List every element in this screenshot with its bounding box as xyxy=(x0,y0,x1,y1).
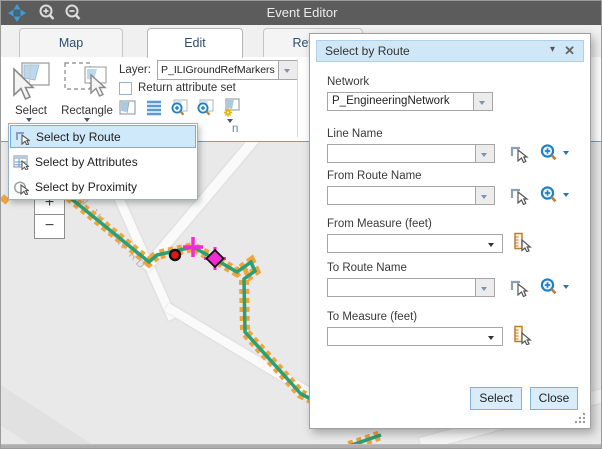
zoom-to-selection-icon[interactable] xyxy=(169,98,189,118)
panel-resize-grip[interactable] xyxy=(574,412,586,424)
from-route-zoom-icon[interactable] xyxy=(539,185,561,205)
from-measure-value xyxy=(328,235,502,252)
line-pick-on-map-icon[interactable] xyxy=(507,143,529,163)
from-route-label: From Route Name xyxy=(327,170,422,182)
app-title: Event Editor xyxy=(1,5,602,20)
tab-map[interactable]: Map xyxy=(19,28,123,57)
menu-item-select-by-proximity[interactable]: Select by Proximity xyxy=(9,174,197,199)
panel-title: Select by Route xyxy=(325,44,410,58)
to-measure-label: To Measure (feet) xyxy=(327,311,417,323)
menu-item-label: Select by Attributes xyxy=(35,155,138,169)
layer-dropdown-button[interactable] xyxy=(278,61,297,79)
to-route-label: To Route Name xyxy=(327,262,407,274)
select-button[interactable]: Select xyxy=(470,387,522,410)
line-name-value xyxy=(328,145,475,162)
selection-options-icon[interactable] xyxy=(221,98,241,118)
table-cursor-icon xyxy=(13,154,29,170)
layer-dropdown-value: P_ILIGroundRefMarkers xyxy=(158,61,278,79)
to-route-pick-on-map-icon[interactable] xyxy=(507,277,529,297)
rectangle-tool-caret-icon[interactable] xyxy=(84,118,90,122)
from-route-pick-on-map-icon[interactable] xyxy=(507,185,529,205)
line-zoom-icon[interactable] xyxy=(539,143,561,163)
tab-edit[interactable]: Edit xyxy=(147,28,243,58)
menu-item-select-by-route[interactable]: Select by Route xyxy=(10,125,196,148)
from-route-dropdown-button[interactable] xyxy=(475,187,494,204)
from-measure-combo[interactable] xyxy=(327,234,503,253)
window-bottom-edge xyxy=(1,444,602,449)
select-dropdown-menu: Select by Route Select by Attributes Sel… xyxy=(8,123,198,200)
from-route-zoom-caret-icon[interactable] xyxy=(563,193,569,197)
select-by-route-panel: Select by Route ▾ ✕ Network P_Engineerin… xyxy=(309,33,591,429)
group-label-partial: n xyxy=(232,123,238,135)
line-name-label: Line Name xyxy=(327,128,383,140)
network-label: Network xyxy=(327,76,369,88)
from-measure-caret-icon[interactable] xyxy=(488,243,494,247)
rectangle-tool-label: Rectangle xyxy=(57,105,117,117)
to-route-value xyxy=(328,279,475,296)
line-name-dropdown-button[interactable] xyxy=(475,145,494,162)
event-marker-plus xyxy=(183,237,203,257)
network-dropdown[interactable]: P_EngineeringNetwork xyxy=(327,92,493,111)
menu-item-select-by-attributes[interactable]: Select by Attributes xyxy=(9,149,197,174)
select-features-icon[interactable] xyxy=(118,98,138,118)
from-measure-label: From Measure (feet) xyxy=(327,218,432,230)
from-route-value xyxy=(328,187,475,204)
from-measure-pick-icon[interactable] xyxy=(511,232,533,252)
line-name-dropdown[interactable] xyxy=(327,144,495,163)
layer-label: Layer: xyxy=(119,64,151,76)
select-tool-icon[interactable] xyxy=(9,60,51,104)
to-route-dropdown[interactable] xyxy=(327,278,495,297)
event-editor-window: Event Editor Map Edit Review Select Rect… xyxy=(0,0,602,449)
ribbon-separator xyxy=(297,59,298,137)
pan-to-selection-icon[interactable] xyxy=(195,98,215,118)
menu-item-label: Select by Route xyxy=(36,130,121,144)
panel-close-icon[interactable]: ✕ xyxy=(564,43,575,59)
to-measure-combo[interactable] xyxy=(327,327,503,346)
attribute-list-icon[interactable] xyxy=(144,98,164,118)
route-cursor-icon xyxy=(14,129,30,145)
to-measure-caret-icon[interactable] xyxy=(488,336,494,340)
return-attribute-set-label: Return attribute set xyxy=(138,82,236,94)
to-measure-pick-icon[interactable] xyxy=(511,325,533,345)
event-marker-red xyxy=(170,250,180,260)
panel-menu-caret-icon[interactable]: ▾ xyxy=(550,44,555,55)
map-zoom-out-button[interactable]: − xyxy=(35,215,64,238)
menu-item-label: Select by Proximity xyxy=(35,180,137,194)
select-tool-label: Select xyxy=(3,105,59,117)
close-button[interactable]: Close xyxy=(530,387,578,410)
line-zoom-caret-icon[interactable] xyxy=(563,151,569,155)
to-route-zoom-caret-icon[interactable] xyxy=(563,285,569,289)
network-dropdown-button[interactable] xyxy=(473,93,492,110)
network-value: P_EngineeringNetwork xyxy=(328,93,473,110)
layer-dropdown[interactable]: P_ILIGroundRefMarkers xyxy=(157,60,298,80)
return-attribute-set-checkbox[interactable] xyxy=(119,82,132,95)
rectangle-tool-icon[interactable] xyxy=(63,61,109,103)
to-route-dropdown-button[interactable] xyxy=(475,279,494,296)
to-measure-value xyxy=(328,328,502,345)
from-route-dropdown[interactable] xyxy=(327,186,495,205)
circle-cursor-icon xyxy=(13,179,29,195)
select-tool-caret-icon[interactable] xyxy=(26,118,32,122)
to-route-zoom-icon[interactable] xyxy=(539,277,561,297)
title-bar: Event Editor xyxy=(1,1,602,25)
panel-header[interactable]: Select by Route ▾ ✕ xyxy=(316,40,584,62)
